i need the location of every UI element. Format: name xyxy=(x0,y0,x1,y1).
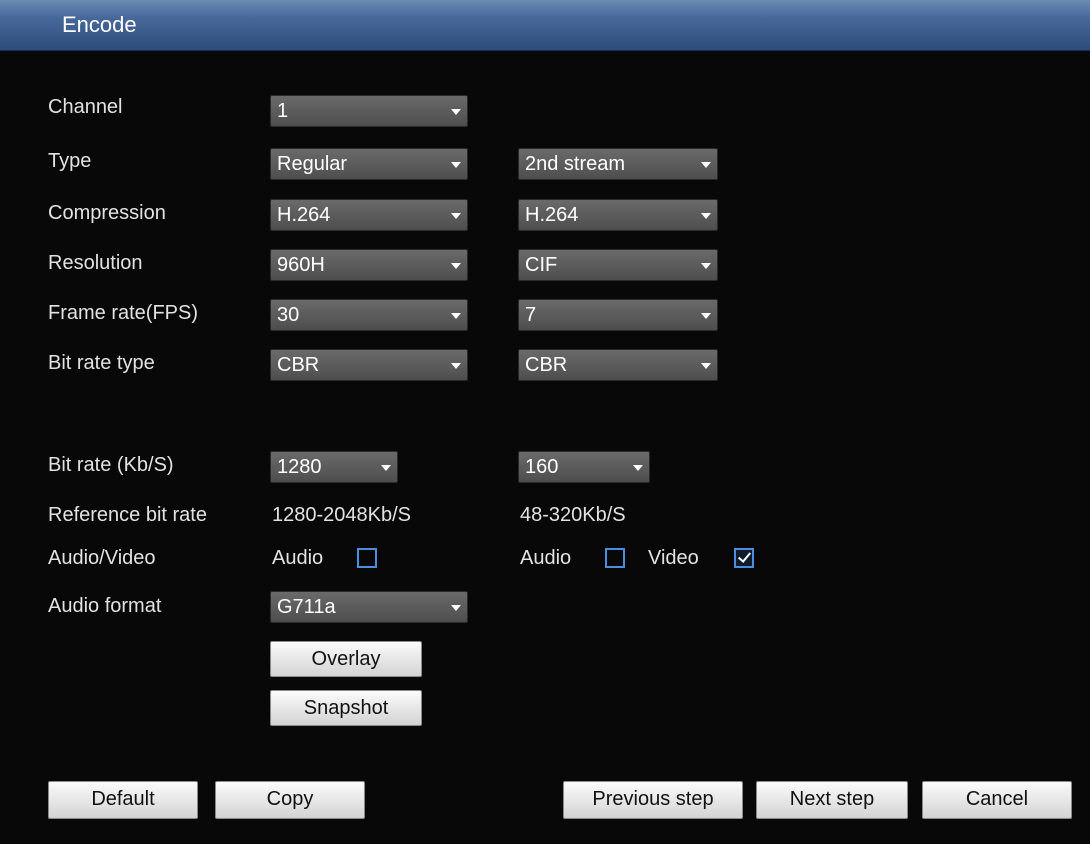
previous-step-button[interactable]: Previous step xyxy=(563,781,743,819)
compression-main-select[interactable]: H.264 xyxy=(270,199,468,231)
bit-rate-type-main-value: CBR xyxy=(277,354,320,376)
chevron-down-icon xyxy=(381,465,391,471)
chevron-down-icon xyxy=(451,363,461,369)
window-title: Encode xyxy=(62,12,137,37)
sub-video-label: Video xyxy=(648,547,699,569)
chevron-down-icon xyxy=(701,313,711,319)
next-step-button[interactable]: Next step xyxy=(756,781,908,819)
frame-rate-sub-select[interactable]: 7 xyxy=(518,299,718,331)
chevron-down-icon xyxy=(701,363,711,369)
bit-rate-type-label: Bit rate type xyxy=(48,352,155,374)
chevron-down-icon xyxy=(451,213,461,219)
chevron-down-icon xyxy=(451,263,461,269)
type-main-select[interactable]: Regular xyxy=(270,148,468,180)
resolution-main-select[interactable]: 960H xyxy=(270,249,468,281)
frame-rate-main-value: 30 xyxy=(277,304,300,326)
frame-rate-label: Frame rate(FPS) xyxy=(48,302,199,324)
copy-button[interactable]: Copy xyxy=(215,781,365,819)
audio-format-select[interactable]: G711a xyxy=(270,591,468,623)
title-bar: Encode xyxy=(0,0,1090,51)
chevron-down-icon xyxy=(451,109,461,115)
frame-rate-sub-value: 7 xyxy=(525,304,537,326)
channel-label: Channel xyxy=(48,96,123,118)
audio-format-label: Audio format xyxy=(48,595,162,617)
type-main-value: Regular xyxy=(277,153,348,175)
sub-audio-label: Audio xyxy=(520,547,572,569)
sub-audio-checkbox[interactable] xyxy=(605,548,625,568)
audio-video-label: Audio/Video xyxy=(48,547,156,569)
channel-value: 1 xyxy=(277,100,289,122)
compression-main-value: H.264 xyxy=(277,204,331,226)
sub-video-checkbox[interactable] xyxy=(734,548,754,568)
cancel-button[interactable]: Cancel xyxy=(922,781,1072,819)
bit-rate-sub-select[interactable]: 160 xyxy=(518,451,650,483)
chevron-down-icon xyxy=(633,465,643,471)
bit-rate-main-value: 1280 xyxy=(277,456,322,478)
bit-rate-type-sub-value: CBR xyxy=(525,354,568,376)
resolution-main-value: 960H xyxy=(277,254,325,276)
encode-window: Encode Channel 1 Type Regular 2nd stream… xyxy=(0,0,1090,844)
chevron-down-icon xyxy=(701,213,711,219)
reference-bit-rate-main: 1280-2048Kb/S xyxy=(272,504,412,526)
resolution-sub-select[interactable]: CIF xyxy=(518,249,718,281)
chevron-down-icon xyxy=(451,162,461,168)
type-sub-select[interactable]: 2nd stream xyxy=(518,148,718,180)
reference-bit-rate-sub: 48-320Kb/S xyxy=(520,504,626,526)
overlay-button[interactable]: Overlay xyxy=(270,641,422,677)
main-audio-checkbox[interactable] xyxy=(357,548,377,568)
reference-bit-rate-label: Reference bit rate xyxy=(48,504,207,526)
channel-select[interactable]: 1 xyxy=(270,95,468,127)
bit-rate-main-select[interactable]: 1280 xyxy=(270,451,398,483)
bit-rate-label: Bit rate (Kb/S) xyxy=(48,454,174,476)
type-label: Type xyxy=(48,150,92,172)
default-button[interactable]: Default xyxy=(48,781,198,819)
frame-rate-main-select[interactable]: 30 xyxy=(270,299,468,331)
chevron-down-icon xyxy=(701,162,711,168)
chevron-down-icon xyxy=(701,263,711,269)
resolution-sub-value: CIF xyxy=(525,254,558,276)
resolution-label: Resolution xyxy=(48,252,143,274)
chevron-down-icon xyxy=(451,605,461,611)
snapshot-button[interactable]: Snapshot xyxy=(270,690,422,726)
main-audio-label: Audio xyxy=(272,547,324,569)
chevron-down-icon xyxy=(451,313,461,319)
bit-rate-type-sub-select[interactable]: CBR xyxy=(518,349,718,381)
compression-label: Compression xyxy=(48,202,166,224)
compression-sub-value: H.264 xyxy=(525,204,579,226)
audio-format-value: G711a xyxy=(277,596,336,618)
compression-sub-select[interactable]: H.264 xyxy=(518,199,718,231)
bit-rate-type-main-select[interactable]: CBR xyxy=(270,349,468,381)
type-sub-value: 2nd stream xyxy=(525,153,626,175)
bit-rate-sub-value: 160 xyxy=(525,456,559,478)
